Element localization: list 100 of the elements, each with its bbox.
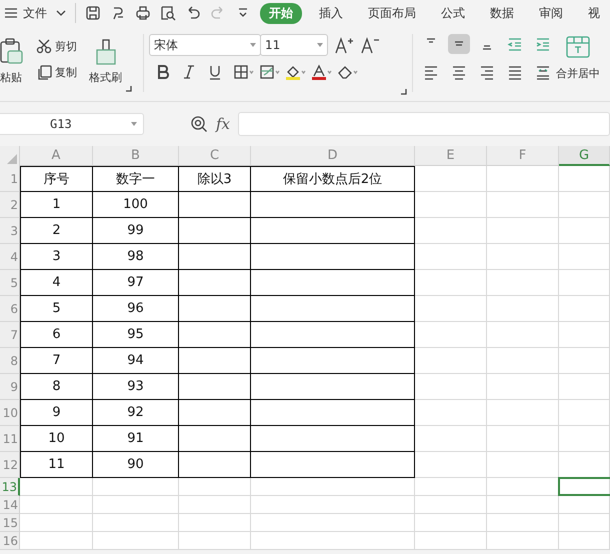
table-cell: 91 — [93, 426, 179, 452]
row-header[interactable]: 16 — [0, 532, 20, 550]
table-cell — [179, 532, 251, 550]
row-header[interactable]: 7 — [0, 322, 20, 348]
column-header[interactable]: E — [415, 146, 487, 166]
table-cell — [487, 348, 559, 374]
borders-icon[interactable] — [233, 64, 255, 81]
column-header[interactable]: B — [93, 146, 179, 166]
table-cell — [487, 322, 559, 348]
table-cell: 4 — [20, 270, 93, 296]
launcher-icon[interactable] — [401, 89, 407, 95]
table-cell — [415, 296, 487, 322]
table-cell: 95 — [93, 322, 179, 348]
row-header[interactable]: 15 — [0, 514, 20, 532]
table-cell — [415, 426, 487, 452]
table-cell — [559, 348, 610, 374]
row-header[interactable]: 12 — [0, 452, 20, 478]
table-cell — [559, 322, 610, 348]
font-color-icon[interactable] — [311, 64, 333, 81]
table-cell — [415, 166, 487, 192]
row-header[interactable]: 9 — [0, 374, 20, 400]
formula-input-field[interactable] — [238, 112, 610, 136]
row-header[interactable]: 13 — [0, 478, 20, 496]
menu-tab[interactable]: 页面布局 — [360, 2, 424, 24]
function-button[interactable]: fx — [216, 115, 230, 133]
column-header[interactable]: G — [559, 146, 610, 166]
table-cell — [415, 532, 487, 550]
table-cell — [415, 400, 487, 426]
menu-tab[interactable]: 插入 — [311, 2, 351, 24]
table-cell — [415, 452, 487, 478]
row-header[interactable]: 8 — [0, 348, 20, 374]
font-size-field[interactable]: 11 — [260, 34, 328, 56]
table-cell — [559, 296, 610, 322]
caret-icon — [131, 122, 137, 126]
row-header[interactable]: 14 — [0, 496, 20, 514]
row-header[interactable]: 3 — [0, 218, 20, 244]
format-painter-button[interactable]: 格式刷 — [89, 34, 122, 85]
cut-button[interactable]: 剪切 — [36, 38, 77, 54]
launcher-icon[interactable] — [126, 86, 132, 92]
table-cell: 3 — [20, 244, 93, 270]
row-header[interactable]: 4 — [0, 244, 20, 270]
table-cell — [179, 296, 251, 322]
table-cell — [559, 244, 610, 270]
conditional-format-icon[interactable] — [259, 64, 281, 81]
column-header[interactable]: F — [487, 146, 559, 166]
save-icon[interactable] — [85, 5, 101, 21]
decrease-font-icon[interactable] — [360, 36, 380, 54]
table-cell — [179, 400, 251, 426]
print-icon[interactable] — [135, 5, 151, 21]
table-cell: 98 — [93, 244, 179, 270]
row-header[interactable]: 6 — [0, 296, 20, 322]
row-header[interactable]: 1 — [0, 166, 20, 192]
menu-tab[interactable]: 视 — [580, 2, 608, 24]
row-header[interactable]: 10 — [0, 400, 20, 426]
caret-icon — [317, 43, 323, 47]
menu-tab[interactable]: 数据 — [482, 2, 522, 24]
column-header[interactable]: D — [251, 146, 415, 166]
table-cell — [487, 400, 559, 426]
name-box[interactable]: G13 — [0, 113, 144, 135]
table-cell — [487, 270, 559, 296]
table-cell: 99 — [93, 218, 179, 244]
table-cell: 2 — [20, 218, 93, 244]
table-cell — [179, 270, 251, 296]
file-menu[interactable]: 文件 — [23, 4, 47, 22]
table-cell: 除以3 — [179, 166, 251, 192]
menu-icon[interactable] — [4, 7, 18, 19]
font-name-field[interactable]: 宋体 — [149, 34, 261, 56]
table-cell — [559, 166, 610, 192]
table-cell — [559, 218, 610, 244]
eraser-icon[interactable] — [337, 64, 359, 81]
table-cell — [487, 296, 559, 322]
zoom-icon[interactable] — [190, 115, 208, 133]
column-header[interactable]: C — [179, 146, 251, 166]
table-cell — [559, 374, 610, 400]
table-cell — [487, 166, 559, 192]
table-cell — [179, 374, 251, 400]
column-header[interactable]: A — [20, 146, 93, 166]
table-cell — [179, 452, 251, 478]
table-cell: 97 — [93, 270, 179, 296]
table-cell: 7 — [20, 348, 93, 374]
row-header[interactable]: 5 — [0, 270, 20, 296]
table-cell — [487, 514, 559, 532]
row-header[interactable]: 2 — [0, 192, 20, 218]
menu-tab[interactable]: 审阅 — [531, 2, 571, 24]
row-header[interactable]: 11 — [0, 426, 20, 452]
merge-center-button[interactable]: 合并居中 — [556, 34, 600, 81]
fill-color-icon[interactable] — [285, 64, 307, 81]
chevron-icon[interactable] — [56, 9, 66, 17]
paste-button[interactable]: 粘贴 — [0, 34, 24, 85]
table-cell — [559, 496, 610, 514]
table-cell — [179, 192, 251, 218]
table-cell — [487, 244, 559, 270]
preview-icon[interactable] — [160, 5, 176, 21]
copy-button[interactable]: 复制 — [36, 64, 77, 80]
align-middle-icon[interactable] — [448, 34, 470, 54]
increase-font-icon[interactable] — [334, 36, 354, 54]
table-cell — [415, 270, 487, 296]
menu-tab[interactable]: 公式 — [433, 2, 473, 24]
menu-tab[interactable]: 开始 — [260, 2, 302, 24]
table-cell: 数字一 — [93, 166, 179, 192]
